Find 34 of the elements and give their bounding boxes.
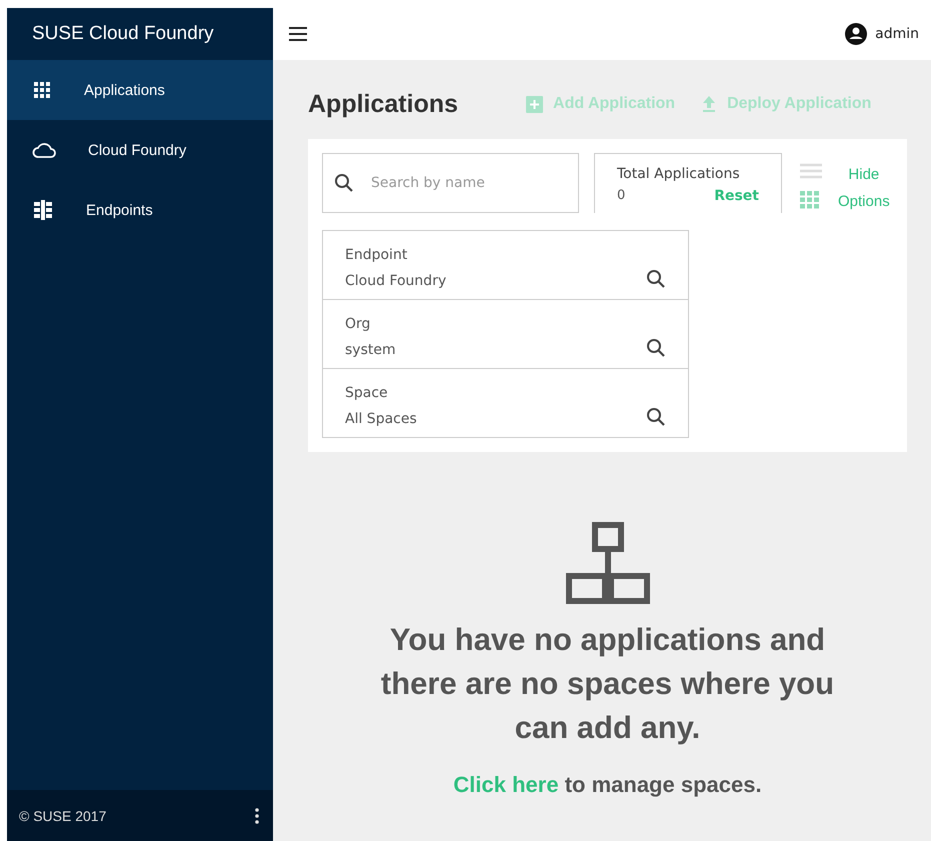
field-value: Cloud Foundry	[345, 273, 446, 289]
total-label: Total Applications	[617, 166, 741, 182]
filter-field[interactable]: Org system	[322, 300, 689, 369]
cloud-icon	[32, 141, 56, 159]
grid-icon	[32, 80, 52, 100]
copyright-text: © SUSE 2017	[19, 808, 106, 824]
field-label: Space	[345, 385, 389, 401]
hierarchy-icon	[566, 522, 650, 604]
nav-item[interactable]: Applications	[7, 60, 273, 120]
filter-field[interactable]: Space All Spaces	[322, 369, 689, 438]
manage-spaces-text: Click here to manage spaces.	[453, 772, 762, 798]
total-count: 0	[617, 188, 626, 204]
app-title: SUSE Cloud Foundry	[31, 22, 215, 46]
search-icon	[646, 269, 666, 289]
nav-item[interactable]: Cloud Foundry	[7, 120, 273, 180]
field-value: All Spaces	[345, 411, 417, 427]
nav-item[interactable]: Endpoints	[7, 180, 273, 240]
search-field[interactable]: Search by name	[322, 153, 579, 213]
empty-message: You have no applications and there are no spaces where you can add any.	[380, 621, 836, 747]
search-icon	[334, 173, 354, 193]
search-icon	[646, 338, 666, 358]
more-vertical-icon[interactable]	[255, 808, 259, 824]
filter-field[interactable]: Endpoint Cloud Foundry	[322, 231, 689, 300]
endpoints-icon	[32, 199, 54, 221]
field-label: Endpoint	[345, 247, 408, 263]
search-icon	[646, 407, 666, 427]
page-title: Applications	[308, 90, 458, 118]
user-icon[interactable]	[845, 23, 868, 45]
user-name: admin	[875, 26, 919, 42]
field-label: Org	[345, 316, 372, 332]
upload-icon	[701, 95, 718, 113]
field-value: system	[345, 342, 396, 358]
menu-icon[interactable]	[289, 27, 307, 41]
plus-square-icon	[526, 96, 544, 112]
